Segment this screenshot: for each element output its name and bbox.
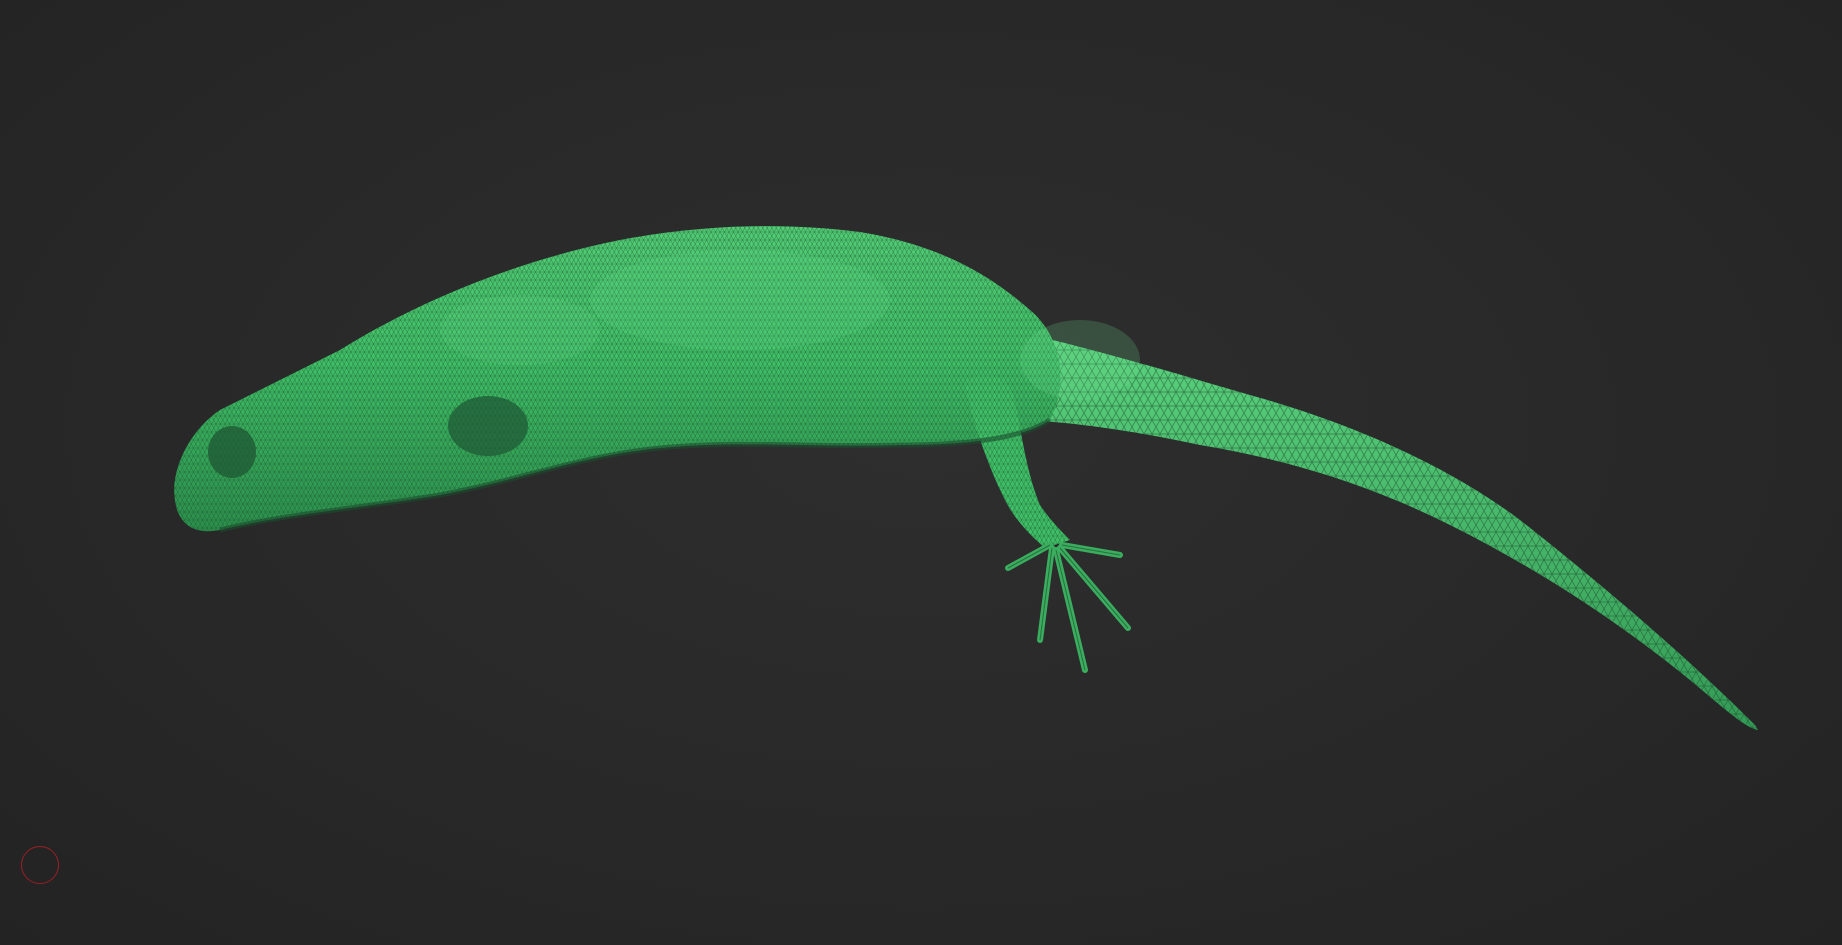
- 3d-viewport[interactable]: [0, 0, 1842, 945]
- eye-spot: [208, 426, 256, 478]
- navigation-circle-icon[interactable]: [21, 846, 59, 884]
- lizard-mesh-model[interactable]: [0, 0, 1842, 945]
- body-spot: [448, 396, 528, 456]
